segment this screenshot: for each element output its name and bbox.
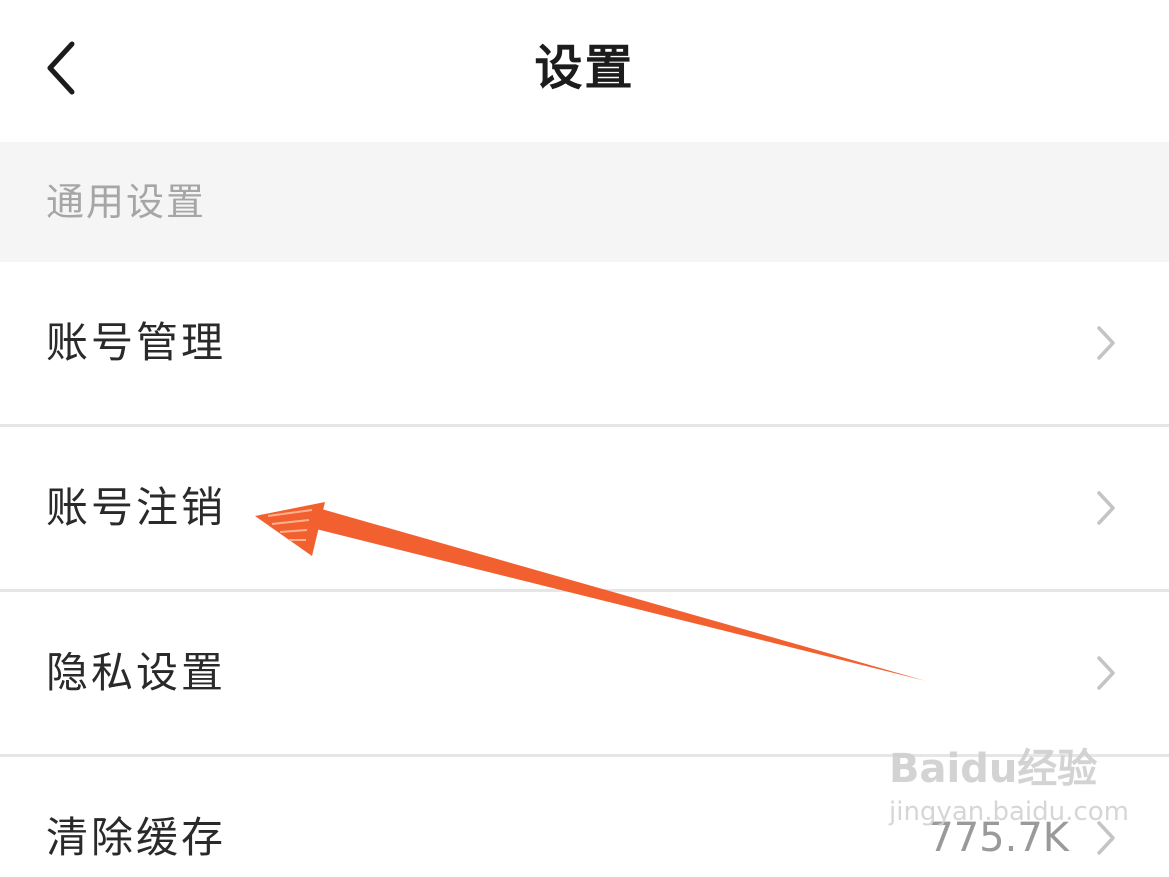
chevron-right-icon (1093, 817, 1119, 859)
settings-row-privacy[interactable]: 隐私设置 (0, 592, 1169, 754)
row-label: 隐私设置 (46, 648, 227, 697)
section-title: 通用设置 (46, 180, 207, 224)
settings-screen: 设置 通用设置 账号管理 账号注销 隐私设置 清除缓存 775.7K Baidu… (0, 0, 1169, 877)
section-header: 通用设置 (0, 142, 1169, 262)
settings-row-clear-cache[interactable]: 清除缓存 775.7K (0, 757, 1169, 877)
top-bar: 设置 (0, 0, 1169, 142)
row-label: 账号管理 (46, 318, 227, 367)
settings-row-account-management[interactable]: 账号管理 (0, 262, 1169, 424)
page-title: 设置 (534, 40, 635, 96)
cache-size-value: 775.7K (928, 815, 1069, 861)
chevron-right-icon (1093, 487, 1119, 529)
settings-row-account-deletion[interactable]: 账号注销 (0, 427, 1169, 589)
chevron-right-icon (1093, 652, 1119, 694)
row-label: 账号注销 (46, 483, 227, 532)
row-label: 清除缓存 (46, 813, 227, 862)
chevron-right-icon (1093, 322, 1119, 364)
